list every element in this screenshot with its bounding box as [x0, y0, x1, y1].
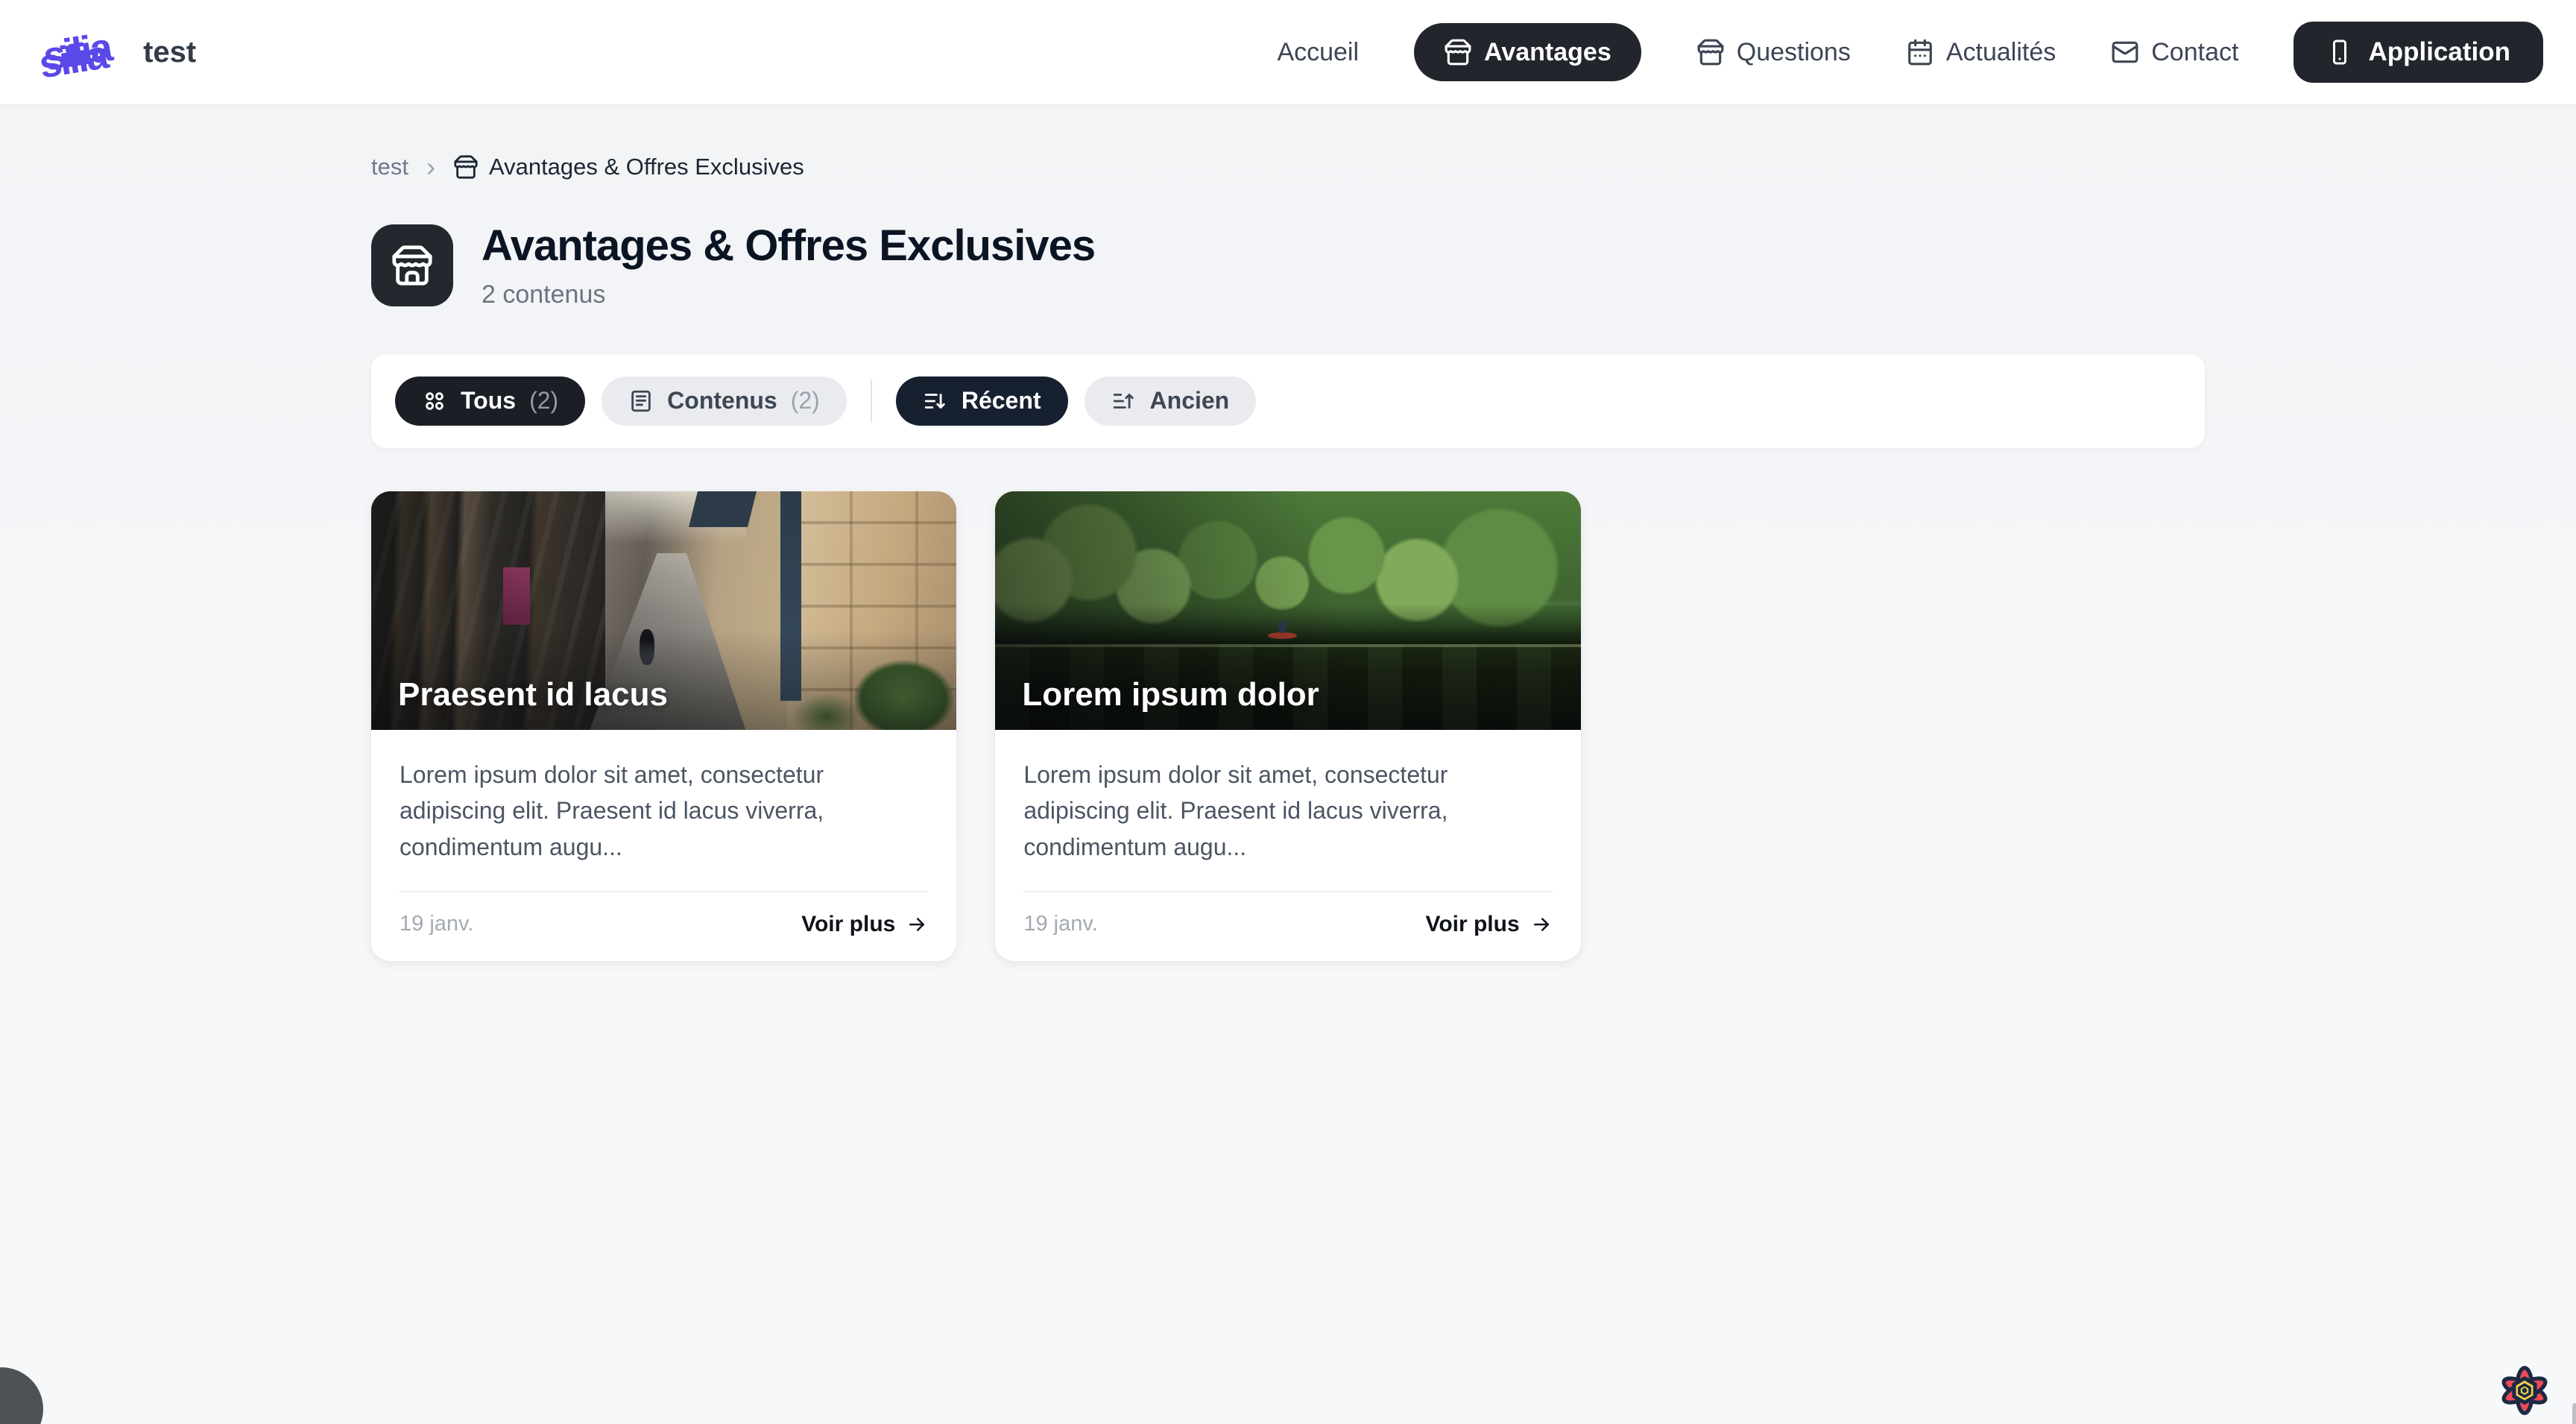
sort-old-label: Ancien — [1150, 387, 1230, 415]
nav-link-avantages-active[interactable]: Avantages — [1414, 23, 1641, 81]
card-divider — [400, 891, 928, 892]
storefront-icon — [1444, 38, 1472, 66]
content-count: 2 contenus — [482, 280, 1095, 309]
breadcrumb-root-link[interactable]: test — [371, 154, 408, 180]
filter-all-count: (2) — [529, 387, 558, 415]
see-more-link[interactable]: Voir plus — [801, 912, 928, 937]
sort-descending-icon — [923, 388, 948, 414]
top-navigation-bar: silia test Accueil Avantages Questions A… — [0, 0, 2576, 106]
card-date: 19 janv. — [1023, 912, 1097, 936]
card-photo-cypress-lake: Lorem ipsum dolor — [995, 491, 1580, 730]
see-more-link[interactable]: Voir plus — [1426, 912, 1553, 937]
mail-icon — [2111, 38, 2139, 66]
main-nav: Accueil Avantages Questions Actualités C… — [1277, 22, 2543, 83]
content-card-grid: Praesent id lacus Lorem ipsum dolor sit … — [371, 491, 2205, 961]
card-photo-narrow-street: Praesent id lacus — [371, 491, 956, 730]
chevron-right-icon: › — [426, 154, 435, 180]
filter-all-button[interactable]: Tous (2) — [395, 377, 585, 426]
smartphone-icon — [2326, 39, 2353, 66]
content-card-praesent-id-lacus[interactable]: Praesent id lacus Lorem ipsum dolor sit … — [371, 491, 956, 961]
devtools-edge-handle[interactable] — [2572, 1403, 2576, 1424]
sort-old-button[interactable]: Ancien — [1085, 377, 1257, 426]
breadcrumb-current-label: Avantages & Offres Exclusives — [489, 154, 804, 180]
site-name: test — [143, 36, 196, 69]
devtools-corner-tab[interactable] — [0, 1367, 43, 1424]
nav-link-actualites[interactable]: Actualités — [1906, 38, 2056, 67]
arrow-right-icon — [1530, 913, 1553, 936]
card-description: Lorem ipsum dolor sit amet, consectetur … — [1023, 757, 1545, 866]
filter-contents-button[interactable]: Contenus (2) — [602, 377, 847, 426]
sort-recent-label: Récent — [962, 387, 1041, 415]
app-button-label: Application — [2368, 37, 2510, 67]
nav-link-label: Actualités — [1946, 38, 2056, 67]
card-meta-row: 19 janv. Voir plus — [400, 912, 928, 937]
storefront-icon — [453, 154, 479, 180]
card-date: 19 janv. — [400, 912, 473, 936]
nav-link-label: Contact — [2151, 38, 2238, 67]
nav-link-contact[interactable]: Contact — [2111, 38, 2238, 67]
page-content: test › Avantages & Offres Exclusives Ava… — [371, 154, 2205, 961]
arrow-right-icon — [906, 913, 928, 936]
page-header-text: Avantages & Offres Exclusives 2 contenus — [482, 222, 1095, 309]
page-header: Avantages & Offres Exclusives 2 contenus — [371, 222, 2205, 309]
see-more-label: Voir plus — [1426, 912, 1520, 937]
storefront-icon — [391, 244, 434, 287]
storefront-icon — [1696, 38, 1725, 66]
card-body: Lorem ipsum dolor sit amet, consectetur … — [995, 730, 1580, 961]
filter-divider — [871, 379, 872, 423]
breadcrumb: test › Avantages & Offres Exclusives — [371, 154, 2205, 180]
nav-link-questions[interactable]: Questions — [1696, 38, 1851, 67]
content-card-lorem-ipsum-dolor[interactable]: Lorem ipsum dolor Lorem ipsum dolor sit … — [995, 491, 1580, 961]
card-body: Lorem ipsum dolor sit amet, consectetur … — [371, 730, 956, 961]
document-icon — [628, 388, 654, 414]
card-divider — [1023, 891, 1552, 892]
application-button[interactable]: Application — [2294, 22, 2543, 83]
card-description: Lorem ipsum dolor sit amet, consectetur … — [400, 757, 921, 866]
sort-ascending-icon — [1111, 388, 1137, 414]
grid-dots-icon — [422, 388, 447, 414]
filter-toolbar: Tous (2) Contenus (2) Récent Ancien — [371, 354, 2205, 448]
nav-link-label: Accueil — [1277, 38, 1359, 67]
react-query-flower-icon[interactable] — [2497, 1361, 2552, 1420]
filter-contents-count: (2) — [791, 387, 820, 415]
nav-link-accueil[interactable]: Accueil — [1277, 38, 1359, 67]
brand-group: silia test — [43, 32, 196, 72]
card-meta-row: 19 janv. Voir plus — [1023, 912, 1552, 937]
card-title: Lorem ipsum dolor — [1022, 676, 1319, 713]
see-more-label: Voir plus — [801, 912, 895, 937]
page-title: Avantages & Offres Exclusives — [482, 222, 1095, 270]
card-title: Praesent id lacus — [398, 676, 668, 713]
sort-recent-button[interactable]: Récent — [896, 377, 1068, 426]
breadcrumb-current[interactable]: Avantages & Offres Exclusives — [453, 154, 804, 180]
nav-link-label: Avantages — [1484, 38, 1611, 67]
filter-contents-label: Contenus — [667, 387, 777, 415]
silia-logo[interactable]: silia — [40, 27, 113, 77]
nav-link-label: Questions — [1737, 38, 1851, 67]
filter-all-label: Tous — [461, 387, 516, 415]
calendar-icon — [1906, 38, 1934, 66]
category-icon-tile — [371, 224, 453, 306]
